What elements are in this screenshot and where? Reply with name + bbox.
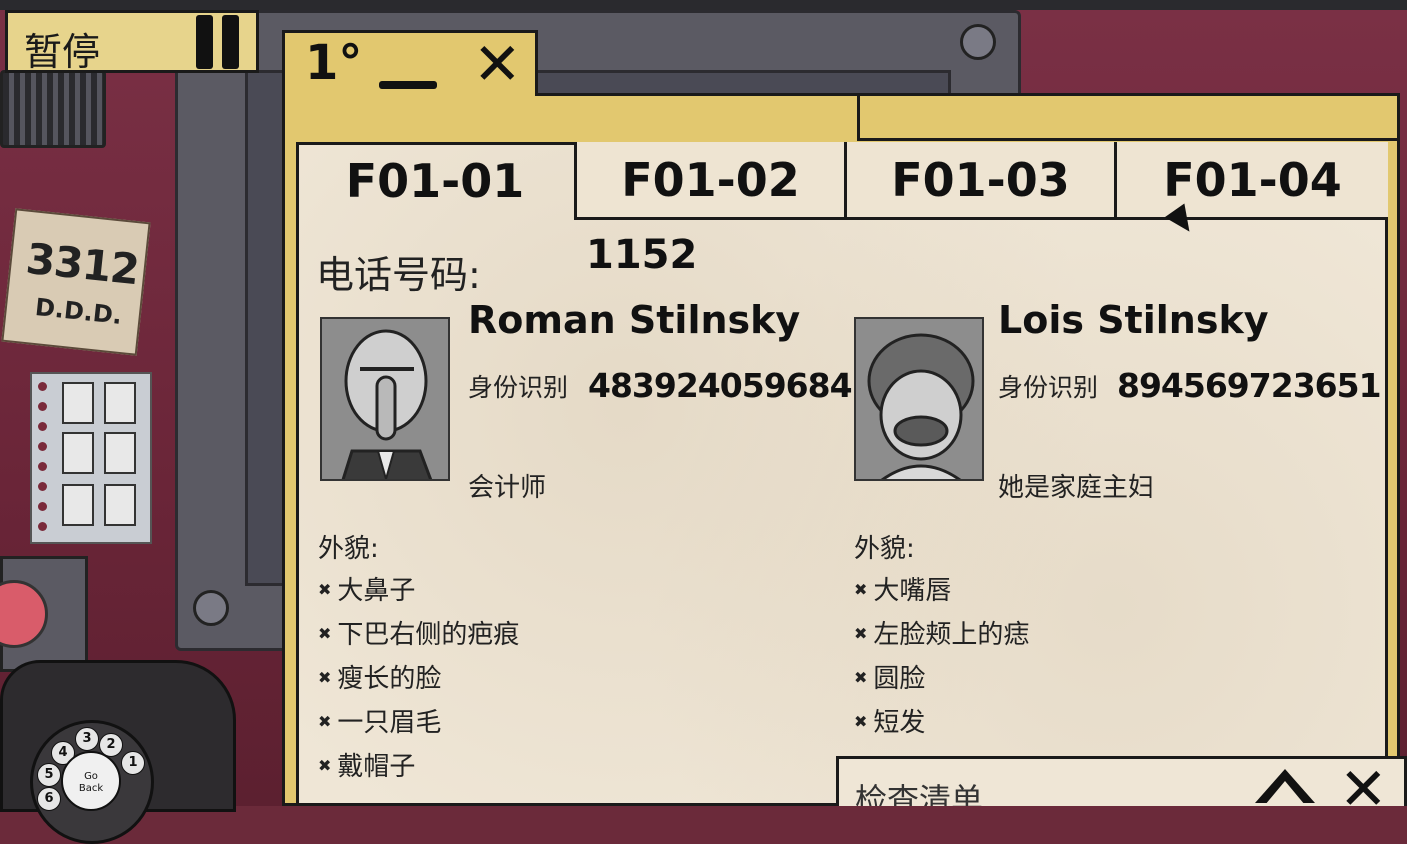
checklist-title: 检查清单 bbox=[855, 781, 984, 806]
occupation: 她是家庭主妇 bbox=[998, 473, 1155, 503]
trait-item[interactable]: ✖ 短发 bbox=[854, 702, 925, 739]
resident-portrait[interactable] bbox=[320, 317, 450, 481]
portrait-icon bbox=[62, 382, 94, 424]
trait-item[interactable]: ✖ 圆脸 bbox=[854, 658, 925, 695]
note-code: D.D.D. bbox=[33, 292, 124, 330]
phone-number: 1152 bbox=[586, 232, 698, 278]
vent-grille bbox=[0, 70, 106, 148]
close-icon[interactable]: ✕ bbox=[1339, 759, 1388, 806]
appearance-label: 外貌: bbox=[318, 534, 379, 564]
sticky-note: 3312 D.D.D. bbox=[1, 208, 151, 356]
contacts-card bbox=[30, 372, 152, 544]
folder-divider bbox=[857, 93, 860, 141]
id-number: 894569723651 bbox=[1117, 366, 1382, 405]
cross-icon: ✖ bbox=[854, 668, 868, 687]
close-icon[interactable]: ✕ bbox=[473, 31, 522, 97]
cross-icon: ✖ bbox=[318, 756, 332, 775]
pause-label: 暂停 bbox=[24, 30, 101, 74]
cross-icon: ✖ bbox=[854, 580, 868, 599]
cross-icon: ✖ bbox=[318, 712, 332, 731]
portrait-icon bbox=[104, 432, 136, 474]
dial-digit[interactable]: 1 bbox=[121, 751, 145, 775]
tab-f01-04[interactable]: F01-04 bbox=[1117, 142, 1388, 220]
rotary-dial[interactable]: 3 2 1 4 5 6 Go Back bbox=[30, 720, 154, 844]
apartment-sheet bbox=[296, 142, 1388, 806]
trait-item[interactable]: ✖ 戴帽子 bbox=[318, 746, 415, 783]
trait-item[interactable]: ✖ 大嘴唇 bbox=[854, 570, 951, 607]
trait-item[interactable]: ✖ 左脸颊上的痣 bbox=[854, 614, 1029, 651]
apartment-tabs: F01-01 F01-02 F01-03 F01-04 bbox=[296, 142, 1388, 220]
trait-item[interactable]: ✖ 大鼻子 bbox=[318, 570, 415, 607]
dial-digit[interactable]: 3 bbox=[75, 727, 99, 751]
minimize-icon[interactable] bbox=[379, 81, 437, 89]
pause-icon bbox=[192, 15, 244, 69]
pause-button[interactable]: 暂停 bbox=[5, 10, 259, 74]
portrait-icon bbox=[104, 382, 136, 424]
top-strip bbox=[0, 0, 1407, 10]
tab-f01-02[interactable]: F01-02 bbox=[577, 142, 847, 220]
cross-icon: ✖ bbox=[318, 580, 332, 599]
phone-label: 电话号码: bbox=[316, 253, 481, 297]
trait-item[interactable]: ✖ 一只眉毛 bbox=[318, 702, 441, 739]
id-label: 身份识别 bbox=[468, 373, 569, 402]
portrait-icon bbox=[62, 484, 94, 526]
tab-f01-01[interactable]: F01-01 bbox=[296, 142, 577, 220]
dial-digit[interactable]: 6 bbox=[37, 787, 61, 811]
appearance-label: 外貌: bbox=[854, 534, 915, 564]
bolt-icon bbox=[193, 590, 229, 626]
id-label: 身份识别 bbox=[998, 373, 1099, 402]
checklist-panel[interactable]: 检查清单 ✕ bbox=[836, 756, 1407, 806]
note-number: 3312 bbox=[23, 233, 142, 295]
portrait-icon bbox=[62, 432, 94, 474]
folder-divider bbox=[860, 138, 1400, 141]
id-number: 483924059684 bbox=[588, 366, 853, 405]
cross-icon: ✖ bbox=[854, 624, 868, 643]
portrait-icon bbox=[104, 484, 136, 526]
trait-item[interactable]: ✖ 下巴右侧的疤痕 bbox=[318, 614, 519, 651]
occupation: 会计师 bbox=[468, 473, 547, 503]
resident-name: Lois Stilnsky bbox=[998, 298, 1269, 342]
resident-portrait[interactable] bbox=[854, 317, 984, 481]
floor-label: 1° bbox=[305, 35, 363, 91]
resident-name: Roman Stilnsky bbox=[468, 298, 801, 342]
trait-item[interactable]: ✖ 瘦长的脸 bbox=[318, 658, 441, 695]
folder-tab: 1° ✕ bbox=[282, 30, 538, 97]
cross-icon: ✖ bbox=[318, 624, 332, 643]
go-back-label[interactable]: Go Back bbox=[61, 751, 121, 811]
dial-digit[interactable]: 5 bbox=[37, 763, 61, 787]
cross-icon: ✖ bbox=[854, 712, 868, 731]
cross-icon: ✖ bbox=[318, 668, 332, 687]
tab-f01-03[interactable]: F01-03 bbox=[847, 142, 1117, 220]
